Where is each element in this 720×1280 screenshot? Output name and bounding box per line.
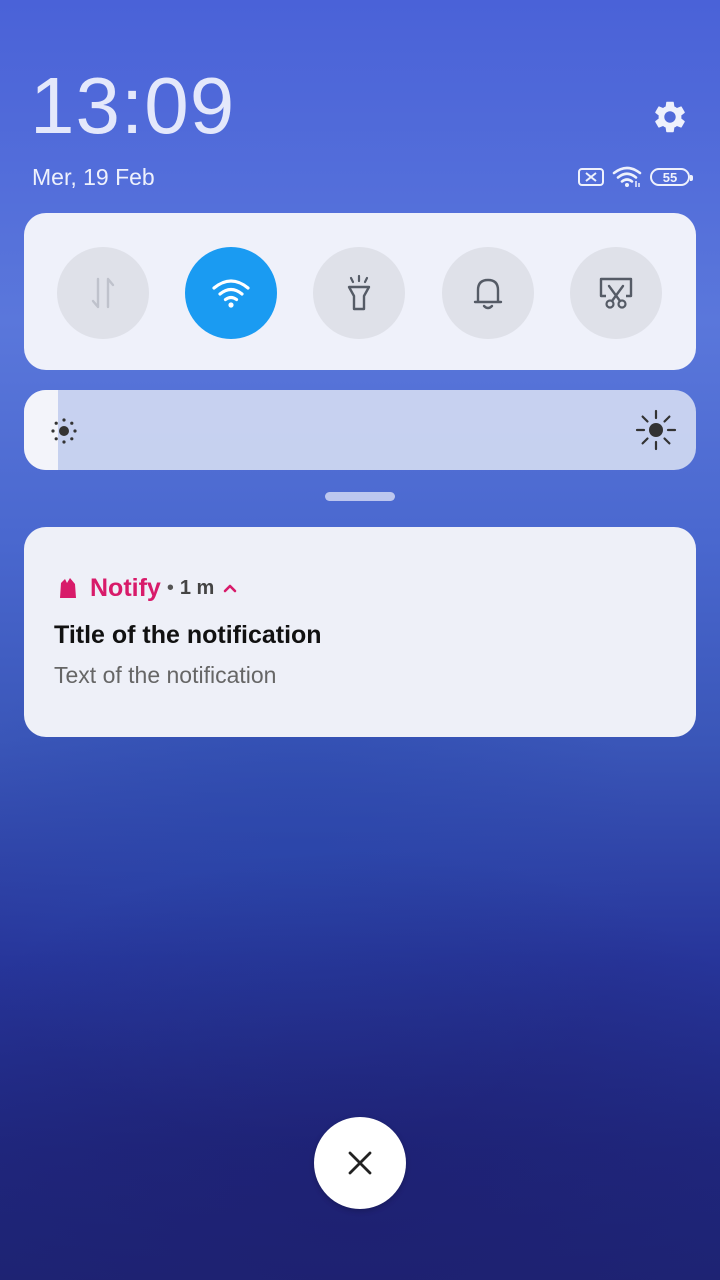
wifi-icon [612,166,642,187]
notification-title: Title of the notification [54,621,322,649]
flashlight-icon [347,274,371,311]
tile-mobile-data[interactable] [57,247,149,339]
date: Mer, 19 Feb [32,164,155,190]
brightness-slider[interactable] [24,390,696,470]
bell-icon [473,278,503,310]
separator-dot: • [166,576,174,599]
clock: 13:09 [30,61,236,150]
battery-indicator: 55 [650,168,693,186]
tile-sound[interactable] [442,247,534,339]
notification-header: Notify • 1 m [58,571,238,605]
status-bar: 55 [578,164,693,190]
brightness-low-icon [51,418,77,444]
tile-flashlight[interactable] [313,247,405,339]
notification-text: Text of the notification [54,662,277,688]
data-transfer-icon [91,277,115,309]
brightness-high-icon [635,409,677,451]
close-icon [348,1151,372,1175]
app-name: Notify [90,573,161,602]
battery-level: 55 [662,169,678,185]
notification-card[interactable]: Notify • 1 m Title of the notification T… [24,527,696,737]
gear-icon[interactable] [651,98,689,136]
tile-wifi[interactable] [185,247,277,339]
wifi-icon [212,279,250,308]
app-icon [60,578,76,598]
notification-time: 1 m [179,576,215,599]
drag-handle[interactable] [325,492,395,501]
no-sim-icon [578,168,604,186]
close-button[interactable] [314,1117,406,1209]
chevron-up-icon[interactable] [222,582,238,594]
screenshot-scissors-icon [599,277,633,309]
tile-screenshot[interactable] [570,247,662,339]
quick-settings-panel [24,213,696,370]
